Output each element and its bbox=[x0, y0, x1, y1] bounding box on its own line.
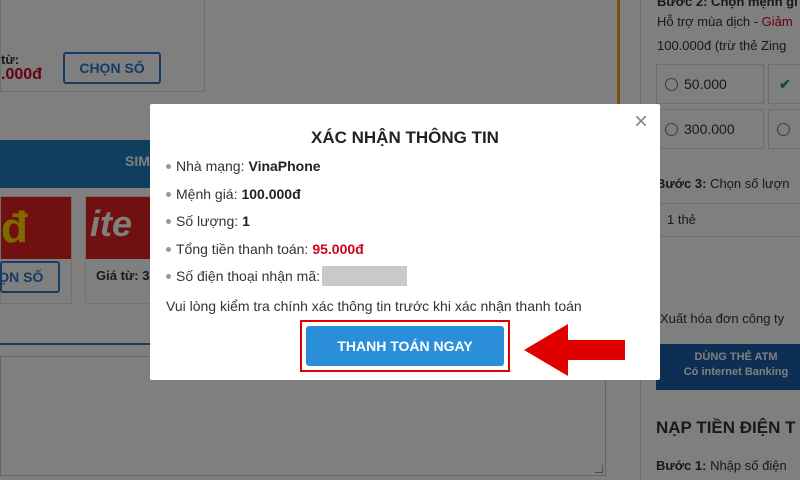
pay-now-button[interactable]: THANH TOÁN NGAY bbox=[306, 326, 504, 366]
info-quantity: Số lượng: 1 bbox=[166, 213, 407, 241]
info-total: Tổng tiền thanh toán: 95.000đ bbox=[166, 241, 407, 269]
bullet-icon bbox=[166, 274, 171, 279]
bullet-icon bbox=[166, 164, 171, 169]
bullet-icon bbox=[166, 246, 171, 252]
pay-button-highlight: THANH TOÁN NGAY bbox=[300, 320, 510, 372]
modal-title: XÁC NHẬN THÔNG TIN bbox=[311, 128, 499, 147]
order-info-list: Nhà mạng: VinaPhone Mệnh giá: 100.000đ Số … bbox=[166, 158, 407, 296]
bullet-icon bbox=[166, 219, 171, 224]
info-denomination: Mệnh giá: 100.000đ bbox=[166, 186, 407, 214]
verification-note: Vui lòng kiểm tra chính xác thông tin tr… bbox=[166, 298, 582, 314]
redacted-phone bbox=[322, 266, 407, 286]
info-phone: Số điện thoại nhận mã: bbox=[166, 266, 407, 296]
info-carrier: Nhà mạng: VinaPhone bbox=[166, 158, 407, 186]
bullet-icon bbox=[166, 191, 171, 197]
red-arrow-icon bbox=[524, 324, 625, 376]
